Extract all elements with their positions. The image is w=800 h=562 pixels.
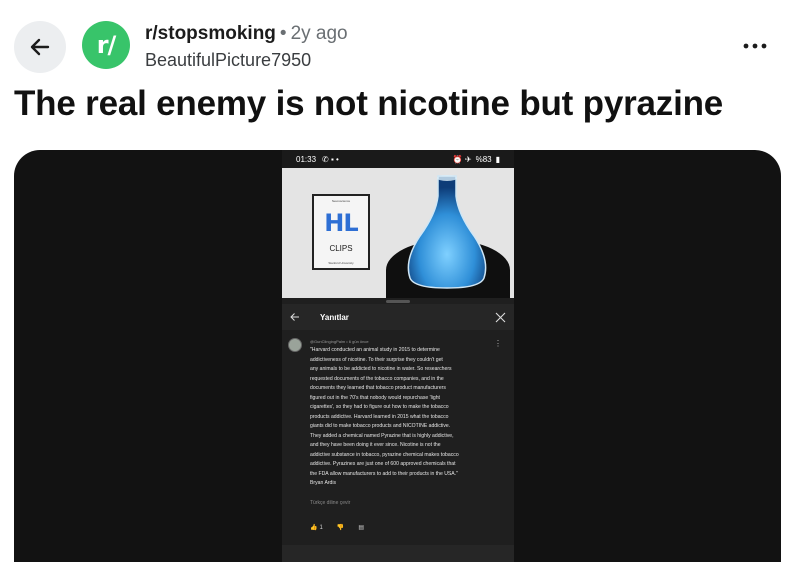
- phone-bottom-area: [282, 545, 514, 562]
- back-arrow-icon[interactable]: [290, 312, 300, 322]
- comment-line: and they have been doing it ever since. …: [310, 442, 441, 448]
- comment-body: "Harvard conducted an animal study in 20…: [310, 346, 508, 489]
- book-cover: Neuroscience HL CLIPS Stanford Universit…: [312, 194, 370, 270]
- comment-line: figured out in the 70's that nobody woul…: [310, 394, 440, 401]
- comment-line: the FDA allow manufacturers to add to th…: [310, 470, 458, 477]
- thumbs-down-icon: 👎: [336, 525, 345, 531]
- reply-button[interactable]: ▤: [358, 524, 364, 531]
- phone-screenshot: 01:33 ✆ ▪ • ⏰ ✈ %83 ▮ Neuroscience HL CL…: [282, 150, 514, 562]
- commenter-avatar[interactable]: [288, 338, 302, 352]
- dislike-button[interactable]: 👎: [337, 524, 344, 531]
- comment-line: addictive. Pyrazines are just one of 600…: [310, 461, 456, 467]
- more-options-button[interactable]: [738, 32, 772, 60]
- translate-link[interactable]: Türkçe diline çevir: [310, 500, 350, 506]
- phone-status-bar: 01:33 ✆ ▪ • ⏰ ✈ %83 ▮: [282, 150, 514, 168]
- sheet-drag-handle[interactable]: [386, 300, 410, 303]
- comment-line: products addictive. Harvard learned in 2…: [310, 413, 449, 420]
- post-header: r/ r/stopsmoking • 2y ago BeautifulPicture…: [0, 0, 800, 80]
- post-title: The real enemy is not nicotine but pyraz…: [14, 84, 724, 123]
- battery-level: %83: [475, 154, 492, 164]
- battery-icon: ▮: [495, 154, 500, 164]
- notification-icon: ✆ ▪ •: [322, 154, 339, 164]
- comment-line: They added a chemical named Pyrazine tha…: [310, 432, 454, 439]
- replies-header: Yanıtlar: [282, 304, 514, 330]
- comment-line: addictiveness of nicotine. To their surp…: [310, 356, 443, 363]
- like-count: 1: [319, 524, 323, 531]
- comment-line: requested documents of the tobacco compa…: [310, 375, 444, 382]
- close-icon[interactable]: [495, 312, 506, 323]
- reply-icon: ▤: [358, 525, 364, 531]
- comment-line: documents they learned that tobacco prod…: [310, 385, 446, 391]
- back-button[interactable]: [14, 21, 66, 73]
- comment-line: "Harvard conducted an animal study in 20…: [310, 347, 440, 353]
- subreddit-avatar-text: r/: [96, 31, 117, 59]
- thumbs-up-icon: 👍: [310, 525, 318, 531]
- post-age: 2y ago: [290, 23, 348, 44]
- status-time: 01:33: [296, 154, 317, 164]
- more-horizontal-icon: [743, 43, 767, 49]
- book-bottom-text: Stanford University: [328, 260, 354, 265]
- book-logo: HL: [324, 209, 358, 238]
- book-clips-text: CLIPS: [329, 243, 353, 253]
- replies-title: Yanıtlar: [320, 312, 349, 322]
- meta-separator: •: [279, 23, 287, 44]
- video-thumbnail: Neuroscience HL CLIPS Stanford Universit…: [282, 168, 514, 298]
- author-username[interactable]: BeautifulPicture7950: [145, 50, 311, 71]
- comment-meta: @GunClingingPalm • 6 gün önce: [310, 339, 369, 344]
- subreddit-name[interactable]: r/stopsmoking: [145, 23, 276, 44]
- subreddit-line: r/stopsmoking • 2y ago: [145, 23, 348, 45]
- comment: @GunClingingPalm • 6 gün önce ⋮ "Harvard…: [282, 330, 514, 545]
- comment-line: addictive substance in tobacco, pyrazine…: [310, 451, 459, 458]
- comment-line: cigarettes', so they had to figure out h…: [310, 404, 449, 410]
- like-button[interactable]: 👍 1: [310, 524, 323, 532]
- comment-line: Bryan Ardis: [310, 480, 337, 486]
- post-media[interactable]: 01:33 ✆ ▪ • ⏰ ✈ %83 ▮ Neuroscience HL CL…: [14, 150, 781, 562]
- book-top-text: Neuroscience: [331, 199, 351, 203]
- comment-line: giants did to make tobacco products and …: [310, 423, 451, 429]
- arrow-left-icon: [30, 38, 50, 56]
- subreddit-avatar[interactable]: r/: [82, 21, 130, 69]
- status-icons: ⏰ ✈: [452, 154, 472, 164]
- comment-line: any animals to be addicted to nicotine i…: [310, 366, 452, 372]
- comment-actions: 👍 1 👎 ▤: [310, 524, 364, 532]
- flask-image: [407, 175, 487, 289]
